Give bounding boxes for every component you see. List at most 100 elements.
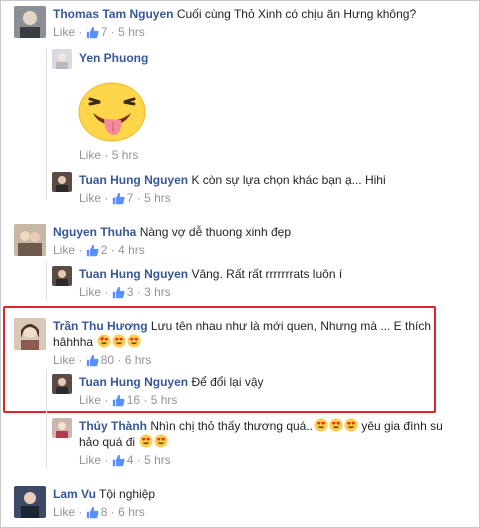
thumbs-up-icon <box>86 26 99 43</box>
separator: · <box>104 191 109 205</box>
comment-text-continued: hâhhha <box>53 335 94 349</box>
commenter-name[interactable]: Lam Vu <box>53 487 96 501</box>
avatar[interactable] <box>52 418 72 438</box>
comment-text: Nàng vợ dễ thuong xinh đẹp <box>139 225 291 239</box>
thumbs-up-icon <box>86 244 99 261</box>
comment-text: Để đổi lại vậy <box>191 375 264 389</box>
tongue-out-face-sticker <box>76 80 148 144</box>
thumbs-up-icon <box>112 394 125 411</box>
reply-item: Thúy Thành Nhìn chị thỏ thấy thương quá.… <box>52 418 443 471</box>
like-count[interactable]: 8 <box>101 505 108 519</box>
heart-eyes-emoji-icon <box>329 418 343 432</box>
separator: · <box>104 453 109 467</box>
thumbs-up-icon <box>112 192 125 209</box>
timestamp[interactable]: 4 hrs <box>118 243 145 257</box>
separator: · <box>136 453 141 467</box>
timestamp[interactable]: 6 hrs <box>125 353 152 367</box>
timestamp[interactable]: 5 hrs <box>112 148 139 162</box>
comment-text: K còn sự lựa chọn khác bạn ạ... Hihi <box>191 173 386 187</box>
commenter-name[interactable]: Tuan Hung Nguyen <box>79 173 188 187</box>
timestamp[interactable]: 5 hrs <box>151 393 178 407</box>
reply-thread-line <box>46 48 47 200</box>
like-count[interactable]: 7 <box>101 25 108 39</box>
separator: · <box>136 191 141 205</box>
separator: · <box>104 285 109 299</box>
like-link[interactable]: Like <box>79 393 101 407</box>
separator: · <box>117 353 122 367</box>
comment-text: Lưu tên nhau như là mới quen, Nhưng mà .… <box>150 319 432 333</box>
reply-meta-row: Like · 5 hrs <box>79 147 138 163</box>
like-link[interactable]: Like <box>79 285 101 299</box>
commenter-name[interactable]: Nguyen Thuha <box>53 225 136 239</box>
comment-text: Nhìn chị thỏ thấy thương quá.. <box>150 419 314 433</box>
separator: · <box>78 505 83 519</box>
like-link[interactable]: Like <box>53 505 75 519</box>
heart-eyes-emoji-icon <box>127 334 141 348</box>
timestamp[interactable]: 5 hrs <box>118 25 145 39</box>
separator: · <box>78 353 83 367</box>
avatar[interactable] <box>52 172 72 192</box>
separator: · <box>78 25 83 39</box>
heart-eyes-emoji-icon <box>344 418 358 432</box>
commenter-name[interactable]: Tuan Hung Nguyen <box>79 267 188 281</box>
heart-eyes-emoji-icon <box>97 334 111 348</box>
commenter-name[interactable]: Tuan Hung Nguyen <box>79 375 188 389</box>
heart-eyes-emoji-icon <box>154 434 168 448</box>
thumbs-up-icon <box>112 454 125 471</box>
reply-item: Tuan Hung Nguyen Vâng. Rất rất rrrrrrrat… <box>52 266 342 303</box>
separator: · <box>104 148 109 162</box>
like-link[interactable]: Like <box>79 191 101 205</box>
separator: · <box>110 505 115 519</box>
like-link[interactable]: Like <box>53 243 75 257</box>
like-link[interactable]: Like <box>53 25 75 39</box>
avatar[interactable] <box>52 266 72 286</box>
comment-item: Trần Thu Hương Lưu tên nhau như là mới q… <box>14 318 431 371</box>
heart-eyes-emoji-icon <box>314 418 328 432</box>
like-link[interactable]: Like <box>79 148 101 162</box>
comment-text-after-emoji: yêu gia đình su <box>361 419 443 433</box>
like-link[interactable]: Like <box>53 353 75 367</box>
thumbs-up-icon <box>86 354 99 371</box>
reply-item: Tuan Hung Nguyen Để đổi lại vậy Like · 1… <box>52 374 264 411</box>
comment-item: Nguyen Thuha Nàng vợ dễ thuong xinh đẹp … <box>14 224 291 261</box>
thumbs-up-icon <box>112 286 125 303</box>
comment-item: Thomas Tam Nguyen Cuối cùng Thỏ Xinh có … <box>14 6 416 43</box>
timestamp[interactable]: 6 hrs <box>118 505 145 519</box>
like-count[interactable]: 16 <box>127 393 140 407</box>
separator: · <box>136 285 141 299</box>
heart-eyes-emoji-icon <box>112 334 126 348</box>
heart-eyes-emoji-icon <box>139 434 153 448</box>
comment-text-continued: hảo quá đi <box>79 435 136 449</box>
separator: · <box>143 393 148 407</box>
like-count[interactable]: 2 <box>101 243 108 257</box>
thumbs-up-icon <box>86 506 99 523</box>
commenter-name[interactable]: Thomas Tam Nguyen <box>53 7 173 21</box>
commenter-name[interactable]: Thúy Thành <box>79 419 147 433</box>
timestamp[interactable]: 3 hrs <box>144 285 171 299</box>
like-count[interactable]: 4 <box>127 453 134 467</box>
comment-text: Cuối cùng Thỏ Xinh có chịu ăn Hưng không… <box>176 7 417 21</box>
avatar[interactable] <box>14 224 46 256</box>
avatar[interactable] <box>52 49 72 69</box>
like-link[interactable]: Like <box>79 453 101 467</box>
reply-thread-line <box>46 370 47 468</box>
separator: · <box>110 25 115 39</box>
timestamp[interactable]: 5 hrs <box>144 453 171 467</box>
avatar[interactable] <box>14 318 46 350</box>
comment-item: Lam Vu Tội nghiệp Like · 8 · 6 hrs <box>14 486 155 523</box>
like-count[interactable]: 3 <box>127 285 134 299</box>
commenter-name[interactable]: Yen Phuong <box>79 51 148 65</box>
separator: · <box>78 243 83 257</box>
like-count[interactable]: 80 <box>101 353 114 367</box>
avatar[interactable] <box>14 486 46 518</box>
comment-text: Vâng. Rất rất rrrrrrrats luôn í <box>191 267 343 281</box>
reply-item: Tuan Hung Nguyen K còn sự lựa chọn khác … <box>52 172 386 209</box>
avatar[interactable] <box>14 6 46 38</box>
separator: · <box>104 393 109 407</box>
reply-item: Yen Phuong <box>52 49 148 69</box>
like-count[interactable]: 7 <box>127 191 134 205</box>
commenter-name[interactable]: Trần Thu Hương <box>53 319 148 333</box>
timestamp[interactable]: 5 hrs <box>144 191 171 205</box>
avatar[interactable] <box>52 374 72 394</box>
reply-thread-line <box>46 262 47 300</box>
